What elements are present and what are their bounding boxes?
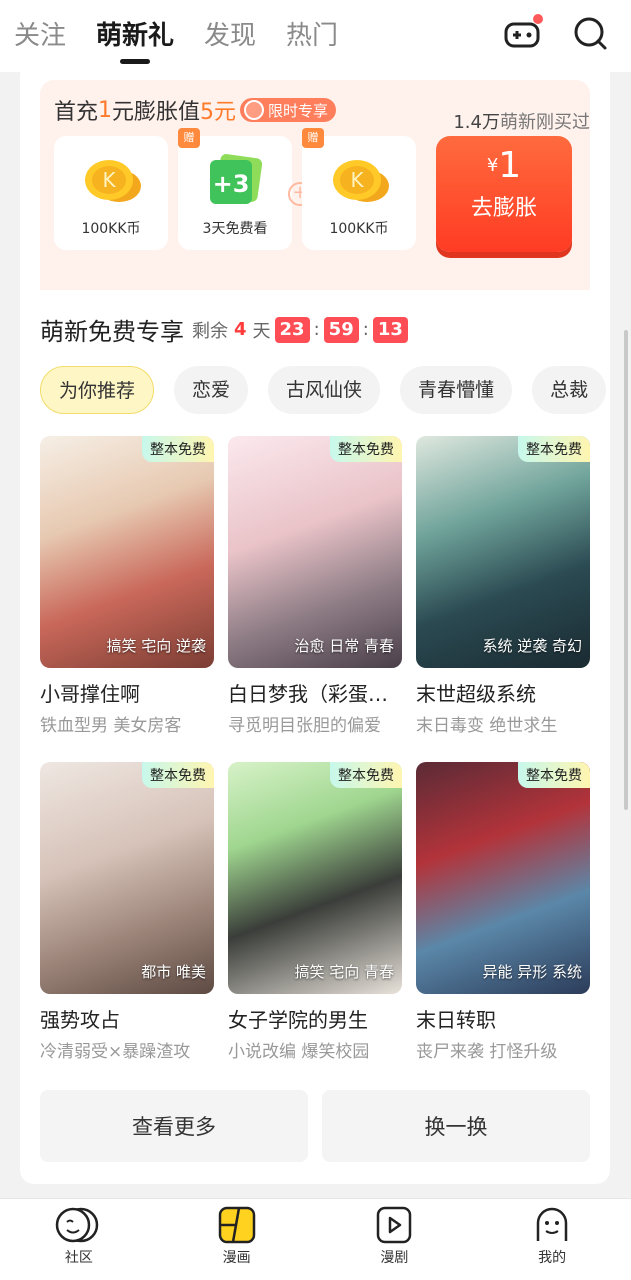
- countdown-hours: 23: [274, 316, 310, 343]
- profile-icon: [536, 1207, 568, 1241]
- free-tag: 整本免费: [518, 762, 590, 788]
- book-title: 小哥撑住啊: [40, 682, 140, 706]
- tab-follow[interactable]: 关注: [14, 0, 66, 72]
- book-title: 女子学院的男生: [228, 1008, 368, 1032]
- promo-panel: 首充 1 元膨胀值 5元 限时专享 1.4万萌新刚买过 K 100KK币 赠 +3 3…: [40, 80, 590, 316]
- tab-hot[interactable]: 热门: [286, 0, 338, 72]
- ticket-icon: +3: [210, 154, 263, 204]
- gift-tag: 赠: [302, 128, 324, 148]
- book-tags: 都市 唯美: [141, 963, 206, 981]
- book-cover: 整本免费 治愈 日常 青春: [228, 436, 402, 668]
- svg-text:K: K: [102, 168, 116, 192]
- bottom-nav: 社区 漫画 漫剧 我的: [0, 1198, 631, 1280]
- free-tag: 整本免费: [142, 762, 214, 788]
- book-desc: 冷清弱受×暴躁渣攻: [40, 1042, 191, 1062]
- content-scroll[interactable]: 首充 1 元膨胀值 5元 限时专享 1.4万萌新刚买过 K 100KK币 赠 +3 3…: [0, 72, 631, 1198]
- kk-coin-icon: K: [333, 160, 389, 202]
- book-cover: 整本免费 都市 唯美: [40, 762, 214, 994]
- book-card[interactable]: 整本免费 系统 逆袭 奇幻 末世超级系统 末日毒变 绝世求生: [416, 436, 590, 736]
- reward-kk-coin-1: K 100KK币: [54, 136, 168, 250]
- book-tags: 治愈 日常 青春: [294, 637, 394, 655]
- book-tags: 异能 异形 系统: [482, 963, 582, 981]
- section-title: 萌新免费专享: [40, 318, 184, 346]
- book-title: 末日转职: [416, 1008, 496, 1032]
- free-tag: 整本免费: [518, 436, 590, 462]
- reward-3day-free: 赠 +3 3天免费看: [178, 128, 292, 250]
- play-icon: [377, 1206, 412, 1244]
- notification-dot: [533, 14, 543, 24]
- book-card[interactable]: 整本免费 治愈 日常 青春 白日梦我（彩蛋版） 寻觅明目张胆的偏爱: [228, 436, 402, 736]
- free-tag: 整本免费: [142, 436, 214, 462]
- chip-recommend[interactable]: 为你推荐: [40, 366, 155, 414]
- book-desc: 末日毒变 绝世求生: [416, 716, 558, 736]
- community-icon: [55, 1207, 99, 1243]
- scrollbar[interactable]: [624, 330, 628, 810]
- chip-ancient-fantasy[interactable]: 古风仙侠: [268, 366, 381, 414]
- countdown-minutes: 59: [323, 316, 359, 343]
- limited-time-badge: 限时专享: [240, 98, 337, 122]
- free-header: 萌新免费专享 剩余 4 天 23 : 59 : 13: [40, 312, 412, 347]
- svg-text:K: K: [350, 168, 364, 192]
- book-desc: 小说改编 爆笑校园: [228, 1042, 370, 1062]
- nav-community[interactable]: 社区: [0, 1199, 158, 1280]
- svg-text:+3: +3: [213, 170, 250, 198]
- tab-discover[interactable]: 发现: [204, 0, 256, 72]
- countdown-seconds: 13: [372, 316, 408, 343]
- top-nav: 关注 萌新礼 发现 热门: [0, 0, 631, 72]
- bought-count: 1.4万萌新刚买过: [453, 112, 590, 133]
- tab-newbie-gift[interactable]: 萌新礼: [96, 0, 174, 72]
- book-card[interactable]: 整本免费 都市 唯美 强势攻占 冷清弱受×暴躁渣攻: [40, 762, 214, 1062]
- book-cover: 整本免费 搞笑 宅向 青春: [228, 762, 402, 994]
- see-more-button[interactable]: 查看更多: [40, 1090, 308, 1162]
- free-tag: 整本免费: [330, 436, 402, 462]
- book-desc: 铁血型男 美女房客: [40, 716, 182, 736]
- refresh-button[interactable]: 换一换: [322, 1090, 590, 1162]
- free-tag: 整本免费: [330, 762, 402, 788]
- book-card[interactable]: 整本免费 异能 异形 系统 末日转职 丧尸来袭 打怪升级: [416, 762, 590, 1062]
- book-tags: 系统 逆袭 奇幻: [482, 637, 582, 655]
- book-tags: 搞笑 宅向 青春: [294, 963, 394, 981]
- chip-romance[interactable]: 恋爱: [174, 366, 249, 414]
- category-chips: 为你推荐 恋爱 古风仙侠 青春懵懂 总裁: [40, 366, 607, 414]
- reward-kk-coin-2: 赠 K 100KK币: [302, 128, 416, 250]
- book-card[interactable]: 整本免费 搞笑 宅向 逆袭 小哥撑住啊 铁血型男 美女房客: [40, 436, 214, 736]
- game-controller-icon[interactable]: [503, 14, 543, 54]
- newbie-free-card: 萌新免费专享 剩余 4 天 23 : 59 : 13 为你推荐 恋爱 古风仙侠 …: [20, 290, 610, 1184]
- book-title: 白日梦我（彩蛋版）: [228, 682, 402, 706]
- book-title: 强势攻占: [40, 1008, 120, 1032]
- nav-mine[interactable]: 我的: [473, 1199, 631, 1280]
- search-icon[interactable]: [571, 14, 611, 54]
- book-title: 末世超级系统: [416, 682, 536, 706]
- chip-youth[interactable]: 青春懵懂: [400, 366, 513, 414]
- book-cover: 整本免费 搞笑 宅向 逆袭: [40, 436, 214, 668]
- book-tags: 搞笑 宅向 逆袭: [106, 637, 206, 655]
- nav-short-drama[interactable]: 漫剧: [316, 1199, 474, 1280]
- comic-icon: [218, 1206, 255, 1244]
- book-cover: 整本免费 系统 逆袭 奇幻: [416, 436, 590, 668]
- gift-tag: 赠: [178, 128, 200, 148]
- book-cover: 整本免费 异能 异形 系统: [416, 762, 590, 994]
- nav-comic[interactable]: 漫画: [158, 1199, 316, 1280]
- kk-coin-icon: K: [85, 160, 141, 202]
- card-actions: 查看更多 换一换: [40, 1090, 590, 1162]
- chip-ceo[interactable]: 总裁: [532, 366, 607, 414]
- expand-purchase-button[interactable]: ¥1 去膨胀: [436, 136, 572, 252]
- book-card[interactable]: 整本免费 搞笑 宅向 青春 女子学院的男生 小说改编 爆笑校园: [228, 762, 402, 1062]
- promo-title: 首充 1 元膨胀值 5元 限时专享: [54, 94, 337, 126]
- alarm-clock-icon: [244, 100, 265, 120]
- book-desc: 寻觅明目张胆的偏爱: [228, 716, 381, 736]
- book-desc: 丧尸来袭 打怪升级: [416, 1042, 558, 1062]
- days-remaining: 4: [234, 319, 247, 340]
